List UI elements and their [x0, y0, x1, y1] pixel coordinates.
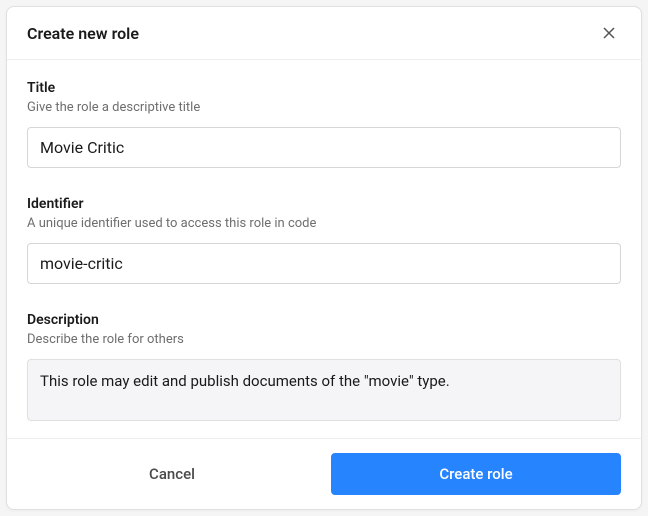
modal-body: Title Give the role a descriptive title … — [7, 60, 641, 438]
modal-header: Create new role — [7, 7, 641, 60]
identifier-field-group: Identifier A unique identifier used to a… — [27, 196, 621, 284]
description-label: Description — [27, 312, 621, 328]
identifier-label: Identifier — [27, 196, 621, 212]
close-icon — [601, 25, 617, 41]
close-button[interactable] — [597, 21, 621, 45]
description-field-group: Description Describe the role for others — [27, 312, 621, 425]
create-role-modal: Create new role Title Give the role a de… — [6, 6, 642, 510]
description-input[interactable] — [27, 359, 621, 421]
title-label: Title — [27, 80, 621, 96]
modal-footer: Cancel Create role — [7, 438, 641, 509]
identifier-help: A unique identifier used to access this … — [27, 216, 621, 231]
title-input[interactable] — [27, 127, 621, 168]
title-field-group: Title Give the role a descriptive title — [27, 80, 621, 168]
modal-title: Create new role — [27, 24, 139, 43]
identifier-input[interactable] — [27, 243, 621, 284]
description-help: Describe the role for others — [27, 332, 621, 347]
cancel-button[interactable]: Cancel — [27, 453, 317, 495]
create-role-button[interactable]: Create role — [331, 453, 621, 495]
title-help: Give the role a descriptive title — [27, 100, 621, 115]
